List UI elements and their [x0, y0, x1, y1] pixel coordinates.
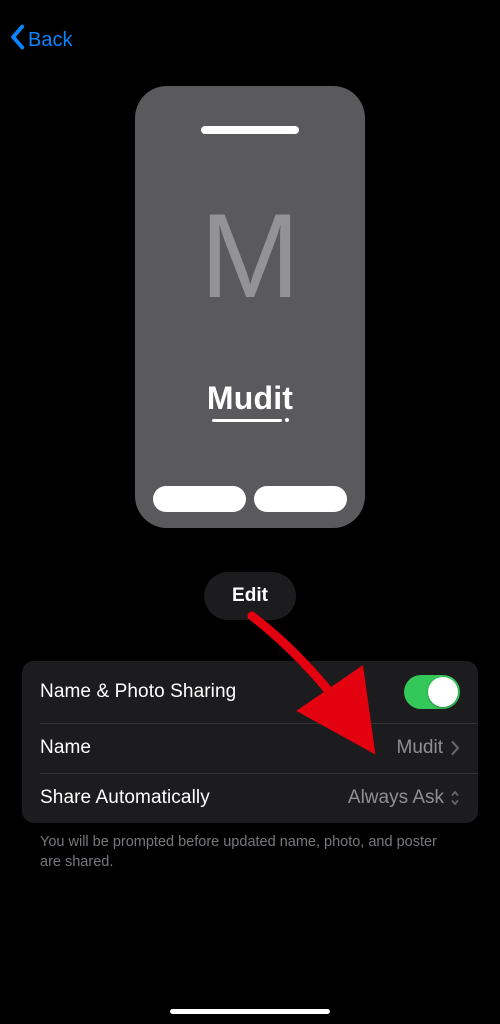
- poster-underline: [212, 418, 289, 422]
- poster-name: Mudit: [207, 380, 293, 417]
- back-button[interactable]: Back: [8, 24, 72, 56]
- toggle-knob: [428, 677, 458, 707]
- back-label: Back: [28, 29, 72, 52]
- share-automatically-row[interactable]: Share Automatically Always Ask: [22, 773, 478, 823]
- share-automatically-value: Always Ask: [348, 787, 444, 809]
- up-down-icon: [450, 789, 460, 807]
- poster-notch: [201, 126, 299, 134]
- name-row[interactable]: Name Mudit: [22, 723, 478, 773]
- edit-button[interactable]: Edit: [204, 572, 296, 620]
- name-photo-sharing-row: Name & Photo Sharing: [22, 661, 478, 723]
- name-photo-sharing-label: Name & Photo Sharing: [40, 681, 404, 703]
- name-row-label: Name: [40, 737, 397, 759]
- chevron-right-icon: [451, 740, 460, 756]
- name-photo-sharing-toggle[interactable]: [404, 675, 460, 709]
- home-indicator[interactable]: [170, 1009, 330, 1014]
- poster-monogram: M: [200, 196, 300, 316]
- footer-note: You will be prompted before updated name…: [40, 833, 460, 872]
- sharing-settings-group: Name & Photo Sharing Name Mudit Share Au…: [22, 661, 478, 823]
- poster-action-pills: [151, 486, 349, 512]
- chevron-left-icon: [8, 24, 26, 56]
- contact-poster-preview[interactable]: M Mudit: [135, 86, 365, 528]
- share-automatically-label: Share Automatically: [40, 787, 348, 809]
- name-row-value: Mudit: [397, 737, 443, 759]
